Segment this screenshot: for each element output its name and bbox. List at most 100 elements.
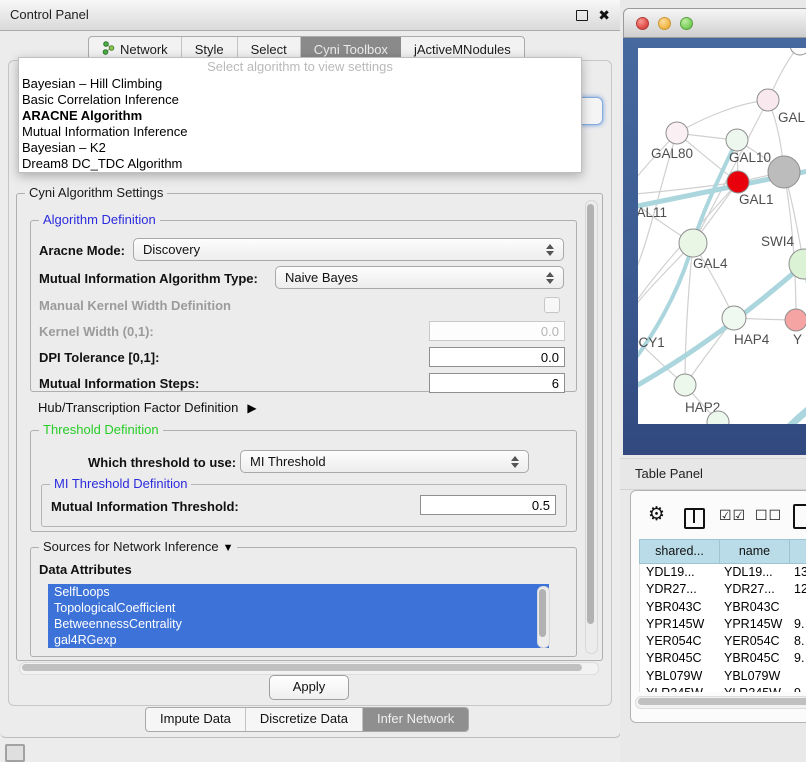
table-row[interactable]: YER054CYER054C8. [640, 633, 806, 650]
columns-icon[interactable] [684, 508, 705, 529]
list-scrollbar[interactable] [537, 586, 550, 648]
tab-discretize-data[interactable]: Discretize Data [246, 708, 363, 731]
network-edge-highlighted[interactable] [788, 392, 806, 424]
close-traffic-light-icon[interactable] [636, 17, 649, 30]
table-row[interactable]: YBL079W YBL079W [640, 668, 806, 685]
table-cell: YLR345W [724, 686, 781, 692]
table-cell: YBR045C [646, 651, 702, 665]
zoom-traffic-light-icon[interactable] [680, 17, 693, 30]
aracne-mode-select[interactable]: Discovery [133, 238, 564, 261]
float-window-icon[interactable] [576, 10, 588, 21]
network-edge[interactable] [677, 100, 768, 133]
node-label: GAL4 [693, 256, 728, 271]
kernel-width-label: Kernel Width (0,1): [39, 324, 154, 339]
settings-horizontal-scrollbar[interactable] [19, 662, 599, 675]
table-row[interactable]: YBR043CYBR043C [640, 599, 806, 616]
group-title: Sources for Network Inference▼ [39, 539, 237, 554]
table-cell: YBL079W [646, 669, 702, 683]
select-all-checkboxes-icon[interactable]: ☑☑ [719, 507, 746, 524]
dropdown-item[interactable]: Mutual Information Inference [19, 124, 581, 140]
mi-threshold-field[interactable] [420, 495, 556, 515]
threshold-definition-group: Threshold Definition Which threshold to … [30, 430, 577, 532]
dpi-tolerance-label: DPI Tolerance [0,1]: [39, 350, 159, 365]
data-attributes-list[interactable]: SelfLoopsTopologicalCoefficientBetweenne… [48, 584, 549, 648]
tab-label: Select [251, 42, 287, 57]
table-cell: YBL079W [724, 669, 780, 683]
network-node-gal10[interactable] [726, 129, 748, 151]
gear-icon[interactable]: ⚙ [648, 503, 665, 526]
aracne-mode-label: Aracne Mode: [39, 243, 125, 258]
minimize-traffic-light-icon[interactable] [658, 17, 671, 30]
combo-stepper-icon [545, 271, 554, 285]
data-attribute-item[interactable]: gal4RGexp [48, 632, 549, 648]
network-node-gal[interactable] [757, 89, 779, 111]
which-threshold-select[interactable]: MI Threshold [240, 450, 529, 473]
table-cell: YLR345W [646, 686, 703, 692]
scrollbar-thumb[interactable] [539, 589, 546, 637]
table-row[interactable]: YBR045CYBR045C9. [640, 650, 806, 667]
close-icon[interactable]: ✖ [598, 5, 610, 25]
apply-button[interactable]: Apply [269, 675, 349, 700]
table-cell: 9. [794, 617, 804, 631]
dropdown-item[interactable]: Basic Correlation Inference [19, 92, 581, 108]
table-cell: YER054C [646, 634, 702, 648]
scrollbar-thumb[interactable] [22, 664, 582, 671]
document-icon[interactable] [793, 504, 806, 529]
network-node-gal1[interactable] [727, 171, 749, 193]
table-row[interactable]: YDL19...YDL19...13 [640, 564, 806, 581]
tab-impute-data[interactable]: Impute Data [146, 708, 246, 731]
network-canvas[interactable]: GALGAL80GAL10GAL1GAL11SWI4GAL4HAP4YGCY1H… [638, 48, 806, 424]
column-header[interactable]: name [719, 539, 789, 564]
table-body: YDL19...YDL19...13YDR27...YDR27...12YBR0… [639, 564, 806, 692]
column-header[interactable] [789, 539, 806, 564]
window-grip-icon[interactable] [5, 744, 25, 762]
table-panel-window: ⚙ ☑☑ ☐☐ shared...name YDL19...YDL19...13… [630, 490, 806, 723]
table-cell: YDR27... [646, 582, 697, 596]
data-attribute-item[interactable]: SelfLoops [48, 584, 549, 600]
table-cell: 9. [794, 686, 804, 692]
table-horizontal-scrollbar[interactable] [635, 696, 806, 709]
network-edge-highlighted[interactable] [638, 264, 804, 396]
scrollbar-thumb[interactable] [587, 204, 594, 624]
column-header[interactable]: shared... [639, 539, 719, 564]
table-row[interactable]: YDR27...YDR27...12 [640, 581, 806, 598]
network-node-hap2[interactable] [674, 374, 696, 396]
table-row[interactable]: YLR345W YLR345W 9. [640, 685, 806, 692]
table-row[interactable]: YPR145WYPR145W9. [640, 616, 806, 633]
mi-steps-field[interactable] [429, 373, 565, 393]
network-node[interactable] [768, 156, 800, 188]
manual-kernel-checkbox[interactable] [544, 297, 560, 313]
dropdown-item[interactable]: Dream8 DC_TDC Algorithm [19, 156, 581, 172]
table-cell: YDL19... [646, 565, 695, 579]
which-threshold-value: MI Threshold [250, 454, 326, 469]
network-node-y[interactable] [785, 309, 806, 331]
network-node-gal80[interactable] [666, 122, 688, 144]
network-node-gal4[interactable] [679, 229, 707, 257]
data-attribute-item[interactable]: BetweennessCentrality [48, 616, 549, 632]
algorithm-select-fragment[interactable] [580, 97, 603, 125]
mi-algorithm-type-select[interactable]: Naive Bayes [275, 266, 564, 289]
hub-factor-definition-toggle[interactable]: Hub/Transcription Factor Definition▶ [38, 400, 257, 415]
dpi-tolerance-field[interactable] [429, 347, 565, 367]
network-window-titlebar[interactable] [623, 8, 806, 38]
kernel-width-field[interactable] [429, 321, 565, 341]
data-attribute-item[interactable]: TopologicalCoefficient [48, 600, 549, 616]
group-title: Threshold Definition [39, 422, 163, 437]
node-label: GCY1 [638, 335, 665, 350]
network-node-hap4[interactable] [722, 306, 746, 330]
dropdown-item[interactable]: Bayesian – Hill Climbing [19, 76, 581, 92]
tab-infer-network[interactable]: Infer Network [363, 708, 468, 731]
dropdown-item[interactable]: ARACNE Algorithm [19, 108, 581, 124]
expanded-arrow-icon[interactable]: ▼ [223, 542, 234, 554]
table-cell: YBR043C [646, 600, 702, 614]
deselect-all-checkboxes-icon[interactable]: ☐☐ [755, 507, 782, 524]
network-graph[interactable]: GALGAL80GAL10GAL1GAL11SWI4GAL4HAP4YGCY1H… [638, 48, 806, 424]
settings-vertical-scrollbar[interactable] [585, 200, 598, 654]
group-title: Algorithm Definition [39, 212, 160, 227]
table-cell: YDL19... [724, 565, 773, 579]
table-panel-title: Table Panel [635, 459, 703, 489]
network-edge[interactable] [693, 100, 768, 243]
combo-stepper-icon [510, 455, 519, 469]
scrollbar-thumb[interactable] [638, 698, 806, 705]
dropdown-item[interactable]: Bayesian – K2 [19, 140, 581, 156]
